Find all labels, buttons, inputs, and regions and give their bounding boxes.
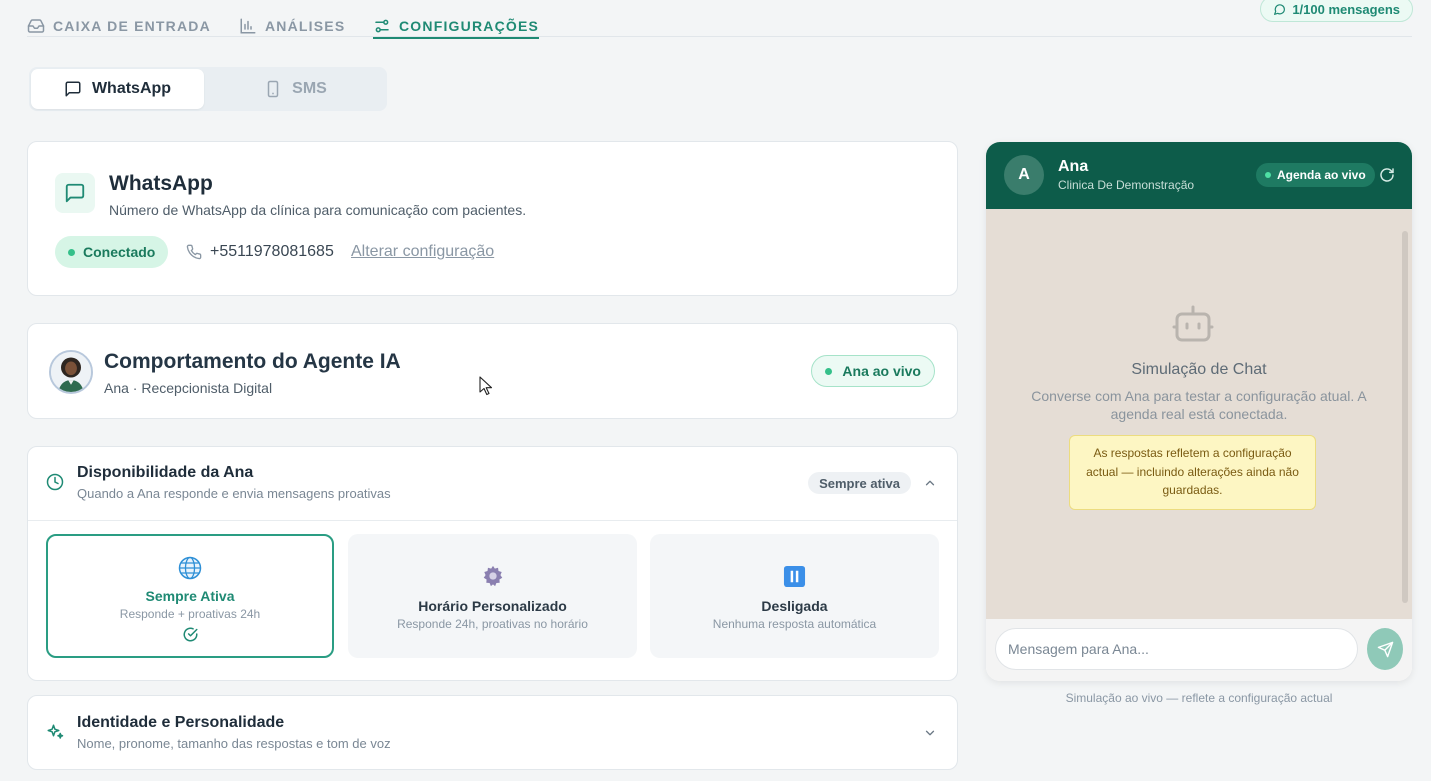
option-subtitle: Nenhuma resposta automática xyxy=(712,617,877,631)
agent-behavior-card: Comportamento do Agente IA Ana · Recepci… xyxy=(27,323,958,419)
simulation-title: Simulação de Chat xyxy=(1131,361,1267,378)
chat-avatar: A xyxy=(1004,155,1044,195)
config-note: As respostas refletem a configuração act… xyxy=(1069,435,1316,510)
nav-tab-label: ANÁLISES xyxy=(265,18,346,34)
agent-live-badge: Ana ao vivo xyxy=(811,355,935,387)
whatsapp-card: WhatsApp Número de WhatsApp da clínica p… xyxy=(27,141,958,296)
option-disabled[interactable]: Desligada Nenhuma resposta automática xyxy=(650,534,939,658)
chat-simulator: A Ana Clinica De Demonstração Agenda ao … xyxy=(986,142,1412,681)
chat-agent-name: Ana xyxy=(1058,158,1089,175)
chat-input-bar xyxy=(986,619,1412,681)
live-text: Ana ao vivo xyxy=(842,363,921,379)
refresh-icon[interactable] xyxy=(1379,167,1395,183)
globe-icon xyxy=(178,556,202,580)
availability-card: Disponibilidade da Ana Quando a Ana resp… xyxy=(27,446,958,681)
phone-number: +5511978081685 xyxy=(186,243,334,261)
availability-subtitle: Quando a Ana responde e envia mensagens … xyxy=(77,486,391,501)
message-input[interactable] xyxy=(995,628,1358,670)
whatsapp-card-subtitle: Número de WhatsApp da clínica para comun… xyxy=(109,202,527,218)
check-circle-icon xyxy=(183,627,197,642)
nav-tab-label: CAIXA DE ENTRADA xyxy=(53,18,211,34)
tab-sms[interactable]: SMS xyxy=(209,69,382,109)
chat-clinic-name: Clinica De Demonstração xyxy=(1058,178,1195,192)
option-title: Horário Personalizado xyxy=(418,598,567,614)
identity-subtitle: Nome, pronome, tamanho das respostas e t… xyxy=(77,736,391,751)
agent-card-subtitle: Ana · Recepcionista Digital xyxy=(104,380,273,396)
option-subtitle: Responde 24h, proativas no horário xyxy=(397,617,588,631)
availability-badge: Sempre ativa xyxy=(808,472,911,494)
option-custom-schedule[interactable]: Horário Personalizado Responde 24h, proa… xyxy=(348,534,637,658)
sliders-icon xyxy=(375,19,389,33)
nav-tab-inbox[interactable]: CAIXA DE ENTRADA xyxy=(27,15,211,37)
chevron-up-icon[interactable] xyxy=(923,476,937,490)
nav-tab-analytics[interactable]: ANÁLISES xyxy=(239,15,345,37)
mouse-cursor-icon xyxy=(479,376,493,396)
live-dot xyxy=(825,367,833,375)
avatar xyxy=(49,350,93,394)
live-dot xyxy=(1265,172,1271,178)
phone-text: +5511978081685 xyxy=(210,243,334,260)
phone-icon xyxy=(186,244,202,260)
tab-whatsapp[interactable]: WhatsApp xyxy=(31,69,204,109)
option-title: Sempre Ativa xyxy=(145,588,235,604)
status-text: Conectado xyxy=(83,244,156,260)
send-button[interactable] xyxy=(1367,628,1403,670)
identity-card[interactable]: Identidade e Personalidade Nome, pronome… xyxy=(27,695,958,770)
inbox-icon xyxy=(27,19,45,33)
sparkles-icon xyxy=(47,724,64,739)
channel-tabs: WhatsApp SMS xyxy=(29,67,387,111)
quota-text: 1/100 mensagens xyxy=(1292,1,1400,17)
status-dot xyxy=(68,248,75,256)
tab-label: SMS xyxy=(292,80,327,97)
config-note-text: As respostas refletem a configuração act… xyxy=(1086,446,1299,497)
nav-tab-label: CONFIGURAÇÕES xyxy=(399,18,540,34)
nav-tab-settings[interactable]: CONFIGURAÇÕES xyxy=(373,15,540,39)
chevron-down-icon[interactable] xyxy=(923,726,937,740)
chat-messages-area[interactable]: Simulação de Chat Converse com Ana para … xyxy=(986,209,1412,619)
send-icon xyxy=(1377,641,1393,657)
agenda-live-badge: Agenda ao vivo xyxy=(1256,163,1375,187)
bar-chart-icon xyxy=(240,18,256,34)
message-quota-badge: 1/100 mensagens xyxy=(1260,0,1413,22)
identity-title: Identidade e Personalidade xyxy=(77,714,285,731)
chat-scrollbar[interactable] xyxy=(1402,231,1408,603)
message-square-icon xyxy=(55,173,95,213)
live-text: Agenda ao vivo xyxy=(1277,168,1366,182)
top-nav: CAIXA DE ENTRADA ANÁLISES CONFIGURAÇÕES … xyxy=(0,0,1431,40)
availability-header[interactable]: Disponibilidade da Ana Quando a Ana resp… xyxy=(28,447,957,521)
nav-divider xyxy=(27,36,1412,37)
message-square-icon xyxy=(65,81,81,97)
option-always-active[interactable]: Sempre Ativa Responde + proativas 24h xyxy=(46,534,334,658)
bot-icon xyxy=(1172,305,1214,342)
connection-status-badge: Conectado xyxy=(55,236,169,268)
message-circle-icon xyxy=(1274,3,1286,15)
option-title: Desligada xyxy=(761,598,828,614)
tab-label: WhatsApp xyxy=(91,80,172,97)
pause-icon xyxy=(783,565,806,588)
whatsapp-card-title: WhatsApp xyxy=(109,172,213,195)
chat-caption: Simulação ao vivo — reflete a configuraç… xyxy=(1065,691,1333,705)
chat-header: A Ana Clinica De Demonstração Agenda ao … xyxy=(986,142,1412,209)
agent-card-title: Comportamento do Agente IA xyxy=(104,350,401,373)
option-subtitle: Responde + proativas 24h xyxy=(119,607,261,621)
availability-title: Disponibilidade da Ana xyxy=(77,464,254,481)
change-config-link[interactable]: Alterar configuração xyxy=(351,243,494,261)
gear-icon xyxy=(483,565,502,587)
simulation-subtitle: Converse com Ana para testar a configura… xyxy=(1031,388,1367,422)
clock-icon xyxy=(46,473,64,491)
smartphone-icon xyxy=(267,80,279,98)
